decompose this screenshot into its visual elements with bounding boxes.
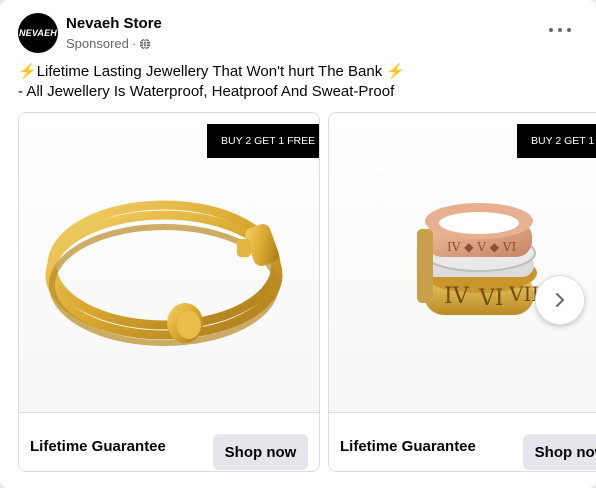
post-header: NEVAEH Nevaeh Store Sponsored · (18, 12, 162, 54)
card-title: Lifetime Guarantee (30, 438, 166, 455)
post-caption: ⚡Lifetime Lasting Jewellery That Won't h… (18, 62, 578, 102)
carousel-card[interactable]: BUY 2 GET 1 FREE Lifetime Guarantee Shop… (18, 112, 320, 472)
svg-text:IV: IV (444, 284, 470, 309)
lightning-icon: ⚡ (18, 63, 37, 80)
stacked-rings-icon: IV VI VII IV ◆ V ◆ VI (417, 203, 539, 315)
product-carousel: BUY 2 GET 1 FREE Lifetime Guarantee Shop… (18, 112, 596, 472)
card-footer: Lifetime Guarantee Shop now (19, 414, 319, 471)
promo-badge: BUY 2 GET 1 FREE (517, 124, 596, 158)
sponsored-label[interactable]: Sponsored (66, 35, 129, 53)
page-name[interactable]: Nevaeh Store (66, 14, 162, 33)
product-image[interactable]: IV VI VII IV ◆ V ◆ VI BUY 2 GET 1 FREE (329, 113, 596, 413)
svg-text:IV ◆ V ◆ VI: IV ◆ V ◆ VI (447, 240, 516, 254)
sponsored-post: NEVAEH Nevaeh Store Sponsored · ⚡Lifetim… (0, 0, 596, 488)
post-meta: Sponsored · (66, 35, 162, 53)
card-title: Lifetime Guarantee (340, 438, 476, 455)
shop-now-button[interactable]: Shop now (523, 434, 596, 470)
more-options-button[interactable] (546, 22, 574, 38)
card-footer: Lifetime Guarantee Shop now (329, 414, 596, 471)
shop-now-button[interactable]: Shop now (213, 434, 308, 470)
gold-bangle-icon (45, 200, 283, 346)
globe-icon[interactable] (139, 37, 151, 50)
caption-line-2: - All Jewellery Is Waterproof, Heatproof… (18, 83, 395, 100)
product-image[interactable]: BUY 2 GET 1 FREE (19, 113, 319, 413)
svg-text:VI: VI (478, 286, 504, 311)
avatar-logo-text: NEVAEH (18, 28, 58, 38)
lightning-icon: ⚡ (386, 63, 406, 80)
caption-line-1: ⚡Lifetime Lasting Jewellery That Won't h… (18, 62, 578, 82)
meta-separator: · (131, 35, 137, 51)
header-text: Nevaeh Store Sponsored · (66, 14, 162, 53)
ellipsis-icon (549, 28, 553, 32)
caption-line-1-text: Lifetime Lasting Jewellery That Won't hu… (36, 63, 383, 80)
chevron-right-icon (556, 293, 564, 307)
promo-badge: BUY 2 GET 1 FREE (207, 124, 319, 158)
carousel-next-button[interactable] (535, 275, 585, 325)
avatar[interactable]: NEVAEH (18, 13, 58, 53)
